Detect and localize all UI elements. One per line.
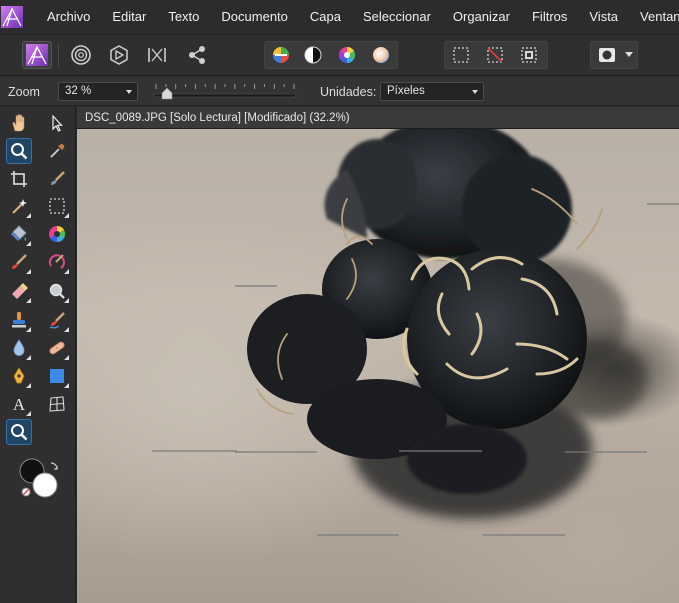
view-zoom-tool[interactable] <box>6 419 32 445</box>
fill-tool[interactable] <box>6 221 32 247</box>
black-white-icon <box>304 46 322 64</box>
quick-mask-dropdown[interactable] <box>622 41 636 69</box>
zoom-slider[interactable] <box>150 81 300 101</box>
quick-mask-button[interactable] <box>592 41 622 69</box>
svg-text:A: A <box>13 395 26 414</box>
shape-tool[interactable] <box>44 363 70 389</box>
deselect-icon <box>487 47 503 63</box>
invert-selection-button[interactable] <box>514 41 544 69</box>
patch-tool[interactable] <box>44 335 70 361</box>
secondary-color-swatch <box>32 472 58 498</box>
zoom-icon <box>11 143 28 160</box>
levels-button[interactable] <box>266 41 296 69</box>
chevron-down-icon <box>126 90 132 94</box>
develop-icon <box>110 45 128 65</box>
brush-selection-tool[interactable] <box>44 166 70 192</box>
swap-colors-icon <box>50 462 58 470</box>
menu-seleccionar[interactable]: Seleccionar <box>352 0 442 34</box>
clone-tool[interactable] <box>6 307 32 333</box>
liquify-persona-button[interactable] <box>66 41 96 69</box>
mesh-warp-icon <box>49 396 65 412</box>
units-combo[interactable]: Píxeles <box>380 82 484 101</box>
crop-icon <box>11 171 27 187</box>
menu-texto[interactable]: Texto <box>157 0 210 34</box>
levels-icon <box>273 47 289 63</box>
black-white-button[interactable] <box>298 41 328 69</box>
photo-canvas[interactable] <box>77 129 679 603</box>
menu-ventana[interactable]: Ventana <box>629 0 679 34</box>
move-tool[interactable] <box>44 110 70 136</box>
units-value: Píxeles <box>387 85 425 97</box>
smudge-tool[interactable] <box>44 307 70 333</box>
eraser-tool[interactable] <box>6 278 32 304</box>
hsl-button[interactable] <box>332 41 362 69</box>
select-all-icon <box>453 47 469 63</box>
context-toolbar: Zoom 32 % Unidades: Píxeles <box>0 77 679 106</box>
zoom-label: Zoom <box>8 85 40 99</box>
document-tab[interactable]: DSC_0089.JPG [Solo Lectura] [Modificado]… <box>77 107 679 129</box>
tone-mapping-icon <box>148 48 166 62</box>
crop-tool[interactable] <box>6 166 32 192</box>
zoom-tool[interactable] <box>6 138 32 164</box>
red-eye-tool[interactable] <box>44 249 70 275</box>
chevron-down-icon <box>472 90 478 94</box>
paint-brush-tool[interactable] <box>6 249 32 275</box>
select-all-button[interactable] <box>446 41 476 69</box>
color-picker-icon <box>50 143 65 158</box>
pen-tool[interactable] <box>6 363 32 389</box>
color-swatches[interactable] <box>18 457 62 501</box>
hand-icon <box>12 114 25 132</box>
liquify-icon <box>71 45 91 65</box>
deselect-button[interactable] <box>480 41 510 69</box>
white-balance-button[interactable] <box>366 41 396 69</box>
tone-mapping-persona-button[interactable] <box>142 41 172 69</box>
hand-tool[interactable] <box>6 110 32 136</box>
menu-bar: Archivo Editar Texto Documento Capa Sele… <box>0 0 679 34</box>
blur-brush-tool[interactable] <box>6 335 32 361</box>
affinity-photo-logo[interactable] <box>0 0 24 34</box>
develop-persona-button[interactable] <box>104 41 134 69</box>
color-picker-tool[interactable] <box>44 138 70 164</box>
menu-vista[interactable]: Vista <box>578 0 629 34</box>
chevron-down-icon <box>625 52 633 57</box>
selection-brush-tool[interactable] <box>6 193 32 219</box>
mesh-warp-tool[interactable] <box>44 391 70 417</box>
color-wheel-icon <box>338 46 356 64</box>
main-toolbar <box>0 34 679 76</box>
magnifier-tool[interactable] <box>44 278 70 304</box>
photo-image <box>152 129 679 536</box>
zoom-combo[interactable]: 32 % <box>58 82 138 101</box>
photo-persona-icon <box>26 44 48 66</box>
brush-selection-icon <box>51 171 65 185</box>
photo-persona-button[interactable] <box>22 41 52 69</box>
white-balance-icon <box>373 47 389 63</box>
menu-capa[interactable]: Capa <box>299 0 352 34</box>
share-icon <box>189 46 205 64</box>
menu-filtros[interactable]: Filtros <box>521 0 578 34</box>
invert-selection-icon <box>521 47 537 63</box>
flood-select-tool[interactable] <box>44 221 70 247</box>
menu-documento[interactable]: Documento <box>210 0 298 34</box>
menu-editar[interactable]: Editar <box>101 0 157 34</box>
export-persona-button[interactable] <box>182 41 212 69</box>
marquee-tool[interactable] <box>44 193 70 219</box>
menu-archivo[interactable]: Archivo <box>36 0 101 34</box>
tools-panel: A <box>0 107 76 603</box>
color-wheel-icon <box>49 225 66 243</box>
zoom-icon <box>11 424 28 441</box>
units-label: Unidades: <box>320 85 377 99</box>
text-tool[interactable]: A <box>6 391 32 417</box>
menu-organizar[interactable]: Organizar <box>442 0 521 34</box>
move-arrow-icon <box>52 114 63 132</box>
document-area: DSC_0089.JPG [Solo Lectura] [Modificado]… <box>77 107 679 603</box>
zoom-value: 32 % <box>65 85 92 97</box>
document-title: DSC_0089.JPG [Solo Lectura] [Modificado]… <box>85 112 350 124</box>
quick-mask-icon <box>599 48 615 62</box>
zoom-slider-thumb[interactable] <box>161 87 173 100</box>
